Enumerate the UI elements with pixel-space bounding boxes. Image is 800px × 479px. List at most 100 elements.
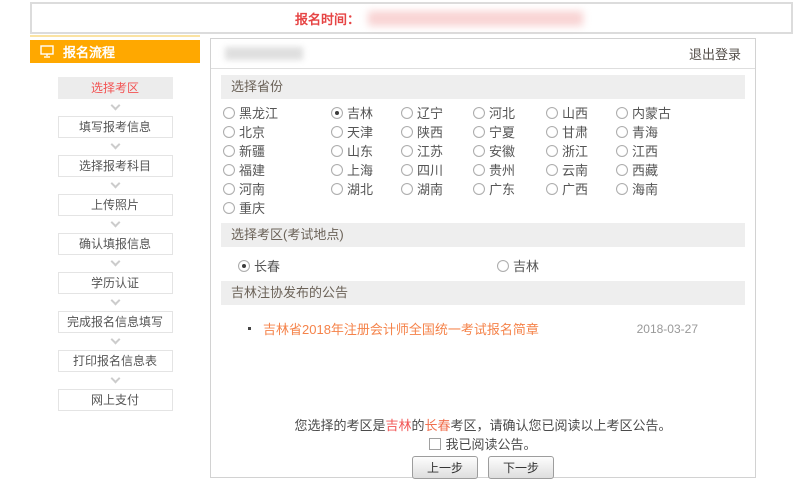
province-option[interactable]: 福建 bbox=[223, 160, 331, 179]
province-option[interactable]: 四川 bbox=[401, 160, 473, 179]
province-option[interactable]: 广东 bbox=[473, 179, 546, 198]
radio-icon[interactable] bbox=[223, 145, 235, 157]
province-option[interactable]: 青海 bbox=[616, 122, 755, 141]
province-option-label: 山西 bbox=[562, 103, 588, 122]
province-option[interactable]: 湖北 bbox=[331, 179, 401, 198]
province-option[interactable]: 安徽 bbox=[473, 141, 546, 160]
radio-icon[interactable] bbox=[401, 183, 413, 195]
process-step: 确认填报信息 bbox=[30, 233, 200, 272]
province-option[interactable]: 湖南 bbox=[401, 179, 473, 198]
process-step-label: 选择报考科目 bbox=[58, 155, 173, 177]
province-option[interactable]: 河南 bbox=[223, 179, 331, 198]
radio-icon[interactable] bbox=[401, 164, 413, 176]
province-option-label: 内蒙古 bbox=[632, 103, 671, 122]
radio-icon[interactable] bbox=[223, 202, 235, 214]
province-option[interactable]: 天津 bbox=[331, 122, 401, 141]
radio-icon[interactable] bbox=[223, 183, 235, 195]
province-option[interactable]: 云南 bbox=[546, 160, 616, 179]
radio-icon[interactable] bbox=[473, 164, 485, 176]
radio-icon[interactable] bbox=[223, 107, 235, 119]
read-announcement-row[interactable]: 我已阅读公告。 bbox=[211, 436, 755, 451]
chevron-down-icon bbox=[110, 179, 120, 189]
province-option[interactable]: 西藏 bbox=[616, 160, 755, 179]
next-step-button[interactable]: 下一步 bbox=[488, 456, 554, 479]
province-option[interactable]: 重庆 bbox=[223, 198, 331, 217]
chevron-down-icon bbox=[110, 257, 120, 267]
radio-icon[interactable] bbox=[616, 126, 628, 138]
step-separator bbox=[30, 294, 200, 311]
radio-icon[interactable] bbox=[331, 126, 343, 138]
radio-icon[interactable] bbox=[401, 126, 413, 138]
chevron-down-icon bbox=[110, 335, 120, 345]
province-option[interactable]: 河北 bbox=[473, 103, 546, 122]
province-option[interactable]: 新疆 bbox=[223, 141, 331, 160]
radio-icon[interactable] bbox=[546, 164, 558, 176]
exam-area-option[interactable]: 吉林 bbox=[497, 256, 539, 275]
radio-icon[interactable] bbox=[401, 107, 413, 119]
province-option[interactable]: 吉林 bbox=[331, 103, 401, 122]
radio-icon[interactable] bbox=[616, 107, 628, 119]
announcement-link[interactable]: 吉林省2018年注册会计师全国统一考试报名简章 bbox=[263, 319, 539, 338]
confirm-province: 吉林 bbox=[385, 418, 411, 433]
province-option[interactable]: 辽宁 bbox=[401, 103, 473, 122]
radio-icon[interactable] bbox=[616, 145, 628, 157]
province-option-label: 上海 bbox=[347, 160, 373, 179]
radio-icon[interactable] bbox=[497, 260, 509, 272]
announcement-date: 2018-03-27 bbox=[637, 322, 698, 336]
radio-icon[interactable] bbox=[401, 145, 413, 157]
radio-icon[interactable] bbox=[546, 107, 558, 119]
confirm-city: 长春 bbox=[425, 418, 451, 433]
announcement-section-header: 吉林注协发布的公告 bbox=[221, 281, 745, 305]
process-step-label: 打印报名信息表 bbox=[58, 350, 173, 372]
province-option[interactable]: 黑龙江 bbox=[223, 103, 331, 122]
province-option[interactable]: 浙江 bbox=[546, 141, 616, 160]
province-option-label: 福建 bbox=[239, 160, 265, 179]
radio-icon[interactable] bbox=[331, 164, 343, 176]
exam-area-option-label: 吉林 bbox=[513, 256, 539, 275]
radio-icon[interactable] bbox=[473, 107, 485, 119]
exam-area-option-label: 长春 bbox=[254, 256, 280, 275]
process-step: 上传照片 bbox=[30, 194, 200, 233]
province-option-label: 北京 bbox=[239, 122, 265, 141]
province-option-label: 吉林 bbox=[347, 103, 373, 122]
province-option[interactable]: 江西 bbox=[616, 141, 755, 160]
read-announcement-checkbox[interactable] bbox=[429, 438, 441, 450]
province-option[interactable]: 宁夏 bbox=[473, 122, 546, 141]
exam-area-options: 长春 吉林 bbox=[211, 256, 755, 275]
province-option[interactable]: 贵州 bbox=[473, 160, 546, 179]
province-option[interactable]: 上海 bbox=[331, 160, 401, 179]
radio-icon[interactable] bbox=[473, 145, 485, 157]
logout-link[interactable]: 退出登录 bbox=[689, 44, 741, 63]
province-option-label: 天津 bbox=[347, 122, 373, 141]
exam-area-option[interactable]: 长春 bbox=[238, 256, 280, 275]
radio-icon[interactable] bbox=[546, 145, 558, 157]
radio-icon[interactable] bbox=[223, 164, 235, 176]
step-separator bbox=[30, 255, 200, 272]
radio-icon[interactable] bbox=[238, 260, 250, 272]
radio-icon[interactable] bbox=[331, 107, 343, 119]
radio-icon[interactable] bbox=[331, 183, 343, 195]
process-step: 选择考区 bbox=[30, 77, 200, 116]
radio-icon[interactable] bbox=[546, 183, 558, 195]
province-options: 黑龙江 吉林 辽宁 河北 山西 内蒙古 北京 天津 陕西 宁夏 bbox=[223, 103, 755, 217]
radio-icon[interactable] bbox=[473, 183, 485, 195]
province-option[interactable]: 北京 bbox=[223, 122, 331, 141]
province-option[interactable]: 江苏 bbox=[401, 141, 473, 160]
radio-icon[interactable] bbox=[616, 183, 628, 195]
radio-icon[interactable] bbox=[546, 126, 558, 138]
radio-icon[interactable] bbox=[616, 164, 628, 176]
province-option[interactable]: 广西 bbox=[546, 179, 616, 198]
province-option[interactable]: 海南 bbox=[616, 179, 755, 198]
process-step-label: 选择考区 bbox=[58, 77, 173, 99]
province-option[interactable]: 内蒙古 bbox=[616, 103, 755, 122]
radio-icon[interactable] bbox=[223, 126, 235, 138]
confirm-text-before: 您选择的考区是 bbox=[294, 418, 385, 433]
radio-icon[interactable] bbox=[473, 126, 485, 138]
province-option[interactable]: 山西 bbox=[546, 103, 616, 122]
chevron-down-icon bbox=[110, 101, 120, 111]
province-option[interactable]: 甘肃 bbox=[546, 122, 616, 141]
radio-icon[interactable] bbox=[331, 145, 343, 157]
province-option[interactable]: 陕西 bbox=[401, 122, 473, 141]
province-option[interactable]: 山东 bbox=[331, 141, 401, 160]
previous-step-button[interactable]: 上一步 bbox=[412, 456, 478, 479]
